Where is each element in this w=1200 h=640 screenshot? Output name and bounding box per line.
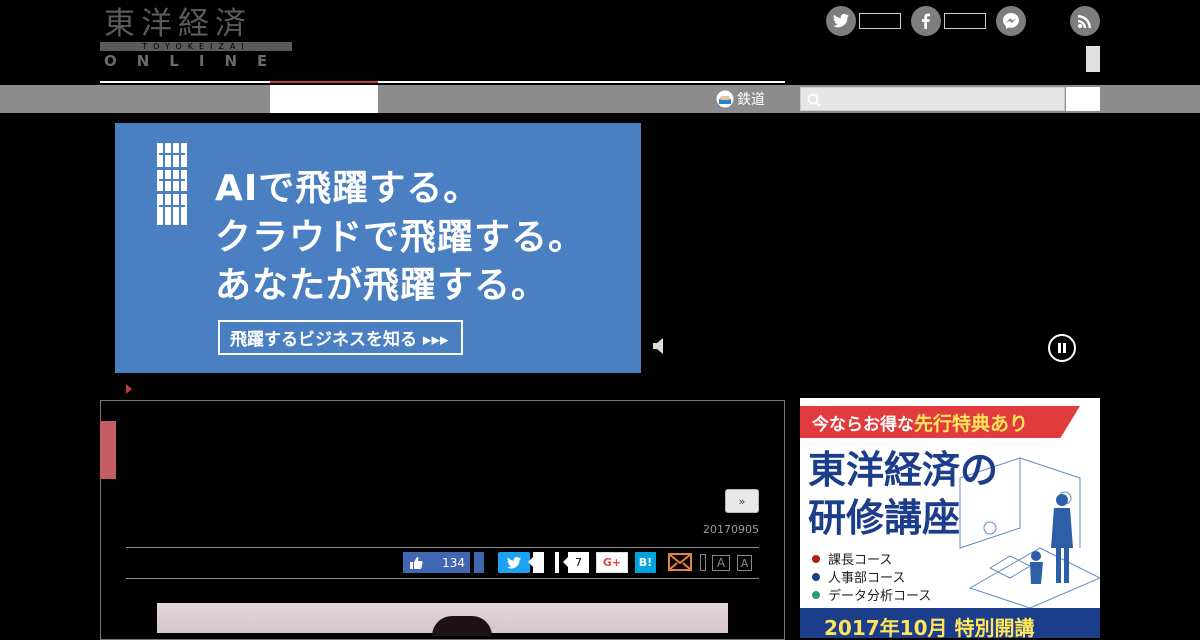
side-ad-banner[interactable]: 今ならお得な 先行特典あり 東洋経済の 研修講座 課長コース 人事部コース デー… <box>800 398 1100 638</box>
side-ad-title-line2: 研修講座 <box>808 496 961 540</box>
nav-top-rule <box>100 81 785 83</box>
gplus-share-count: 7 <box>563 552 589 573</box>
facebook-like-count: 134 <box>442 555 465 570</box>
course-item: 人事部コース <box>812 567 905 586</box>
side-ad-footer: 2017年10月 特別開講 <box>800 608 1100 638</box>
train-icon <box>716 90 734 108</box>
facebook-count <box>944 13 986 29</box>
article-photo-subject <box>432 616 492 636</box>
course-bullet <box>812 590 820 599</box>
share-bar-top-rule <box>126 547 759 548</box>
ad-banner[interactable]: AIで飛躍する。 クラウドで飛躍する。 あなたが飛躍する。 飛躍するビジネスを知… <box>115 123 641 373</box>
share-separator <box>700 554 706 571</box>
rss-icon[interactable] <box>1070 6 1100 36</box>
site-logo[interactable]: 東洋経済 TOYOKEIZAI ONLINE <box>100 6 294 72</box>
facebook-share-button[interactable] <box>474 552 484 573</box>
facebook-like-button[interactable]: 134 <box>403 552 470 573</box>
nav-item-railway[interactable]: 鉄道 <box>716 87 765 111</box>
next-page-button[interactable]: » <box>725 489 759 513</box>
nav-tab-active[interactable] <box>270 85 378 113</box>
mail-icon[interactable] <box>668 553 692 571</box>
font-size-small-button[interactable]: A <box>737 555 752 571</box>
twitter-share-button[interactable] <box>498 552 530 573</box>
pause-icon[interactable] <box>1048 334 1076 362</box>
twitter-bird-icon <box>507 556 521 569</box>
course-bullet <box>812 554 820 563</box>
facebook-icon[interactable] <box>911 6 941 36</box>
logo-online: ONLINE <box>104 52 288 70</box>
font-size-large-button[interactable]: A <box>712 555 730 571</box>
nav-item-railway-label: 鉄道 <box>737 92 765 108</box>
course-label: 人事部コース <box>828 571 906 586</box>
ibm-logo <box>155 143 189 225</box>
messenger-icon[interactable] <box>996 6 1026 36</box>
course-label: 課長コース <box>828 553 893 568</box>
breadcrumb-arrow-icon <box>126 384 132 394</box>
course-item: データ分析コース <box>812 585 931 604</box>
publish-date: 20170905 <box>703 523 759 536</box>
logo-subtitle: TOYOKEIZAI <box>142 42 250 51</box>
login-button[interactable] <box>1086 46 1100 72</box>
thumbs-up-icon <box>410 556 423 569</box>
search-button[interactable] <box>1066 87 1100 111</box>
logo-kanji: 東洋経済 <box>104 6 252 42</box>
search-input[interactable] <box>800 87 1065 111</box>
side-ad-badge-text: 今ならお得な <box>812 414 914 435</box>
nav-active-indicator <box>270 81 378 83</box>
course-bullet <box>812 572 820 581</box>
ad-headline-1: AIで飛躍する。 <box>215 168 481 209</box>
ad-cta-button[interactable]: 飛躍するビジネスを知る ▸▸▸ <box>218 320 463 355</box>
ad-headline-2: クラウドで飛躍する。 <box>215 217 586 258</box>
side-ad-badge: 今ならお得な 先行特典あり <box>800 406 1080 438</box>
twitter-icon[interactable] <box>826 6 856 36</box>
hatena-bookmark-button[interactable]: B! <box>635 552 656 573</box>
speaker-icon[interactable] <box>653 337 665 355</box>
side-ad-title-line1: 東洋経済の <box>808 448 999 492</box>
course-item: 課長コース <box>812 549 892 568</box>
twitter-share-count <box>528 552 544 573</box>
share-bar-bottom-rule <box>126 578 759 579</box>
ad-headline-3: あなたが飛躍する。 <box>215 265 549 306</box>
course-label: データ分析コース <box>828 589 932 604</box>
gplus-share-button[interactable]: G+ <box>596 552 628 573</box>
gplus-share-tab[interactable] <box>555 552 559 573</box>
category-marker <box>100 421 116 479</box>
twitter-count <box>859 13 901 29</box>
side-ad-badge-highlight: 先行特典あり <box>914 412 1029 435</box>
search-icon <box>807 93 821 107</box>
